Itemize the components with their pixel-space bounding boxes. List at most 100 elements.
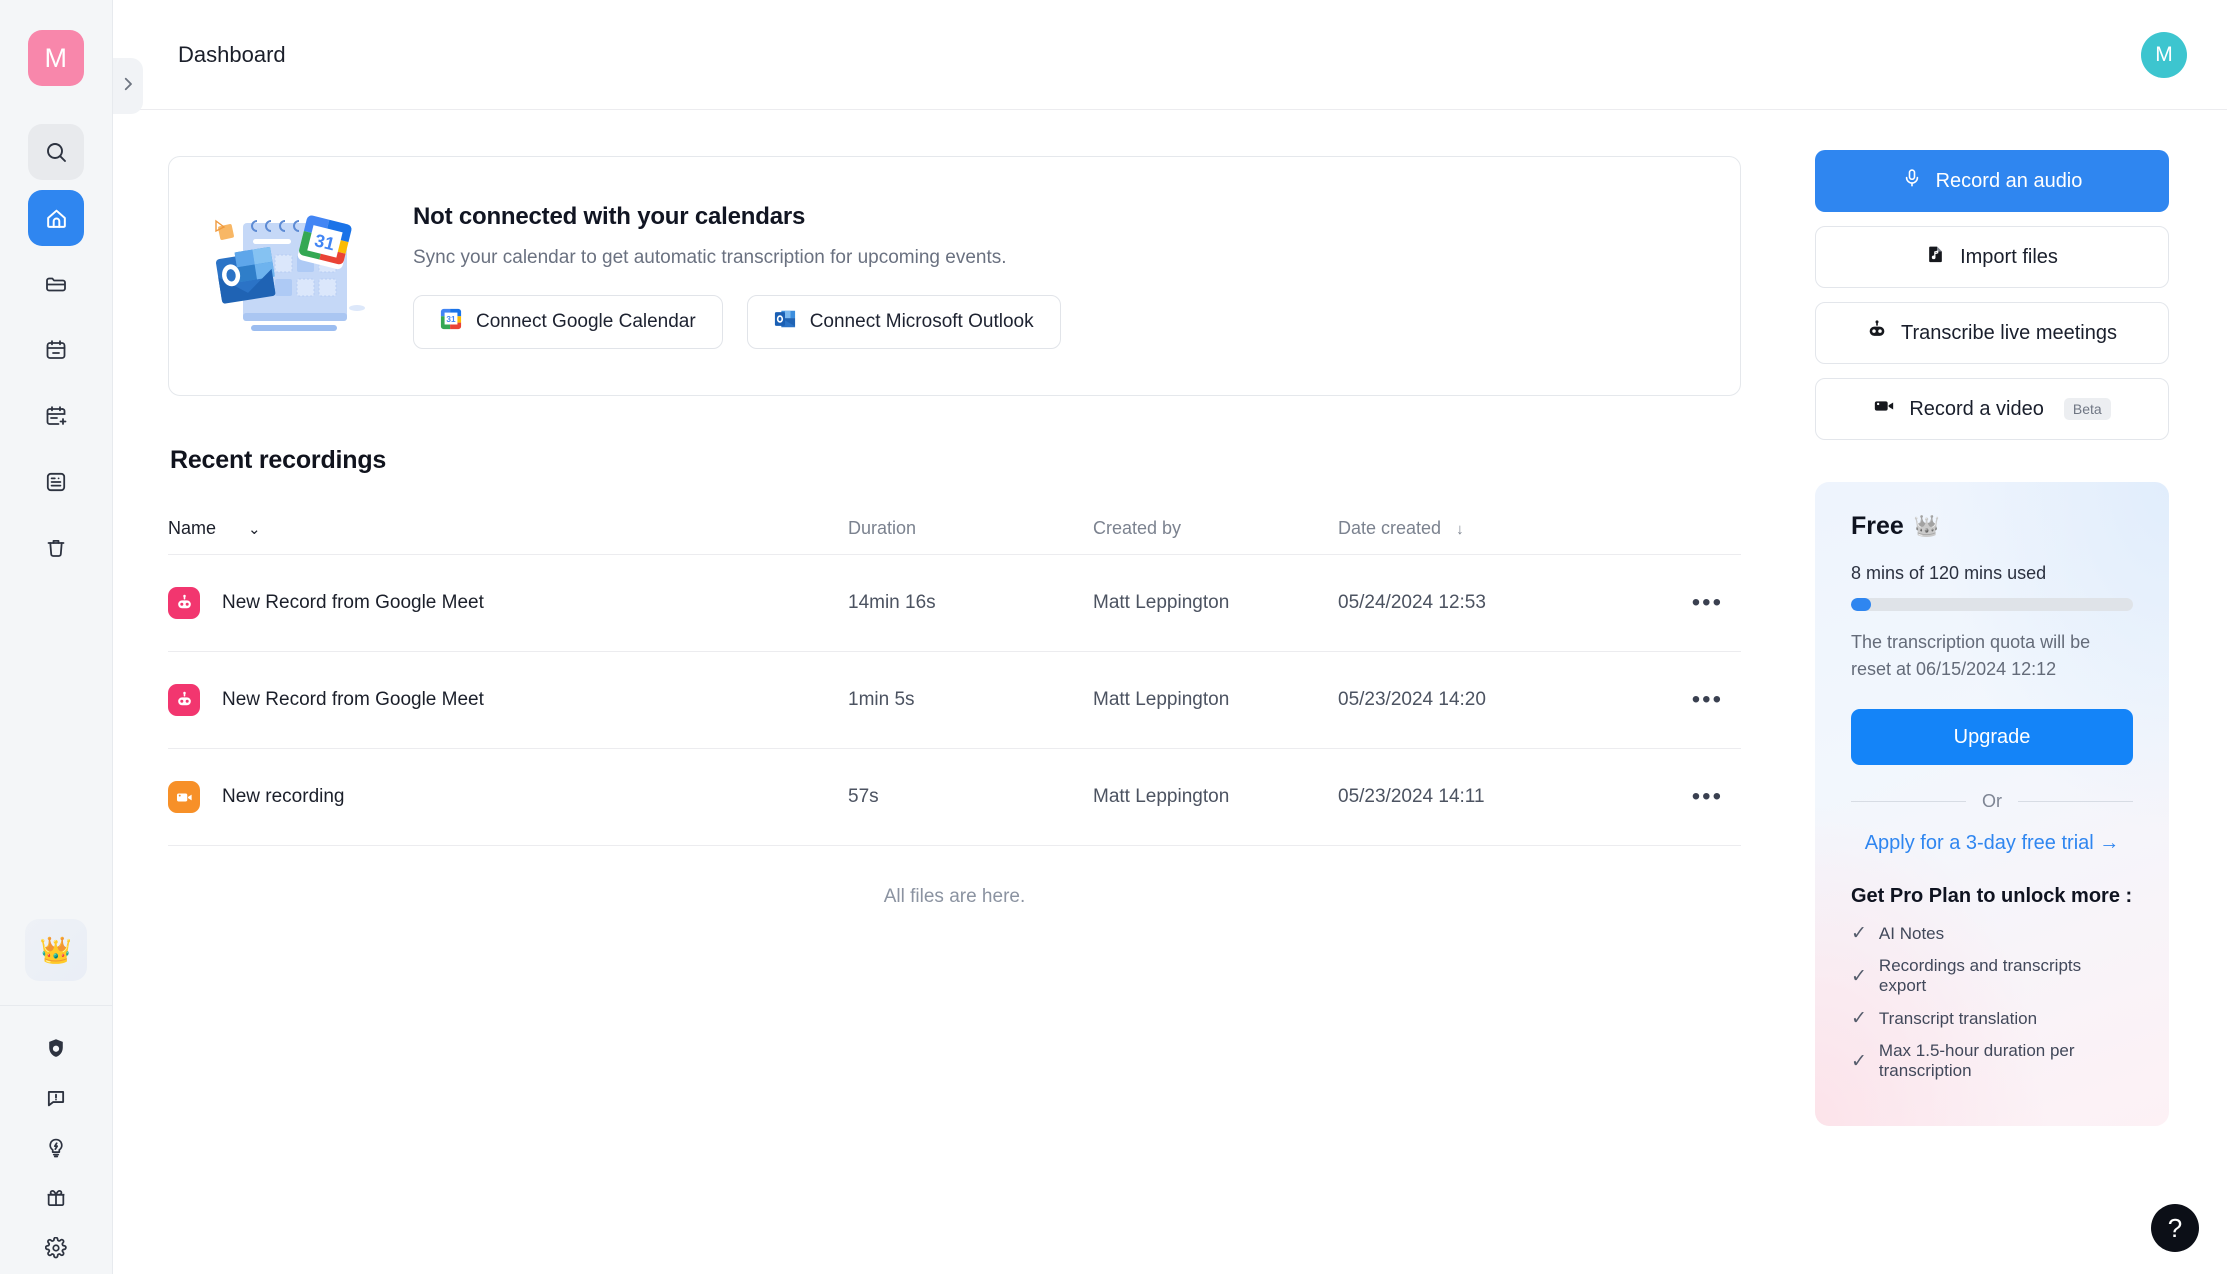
column-header-date-created[interactable]: Date created ↓ <box>1338 518 1661 539</box>
row-name-cell[interactable]: New Record from Google Meet <box>168 587 848 619</box>
table-row[interactable]: New Record from Google Meet 14min 16s Ma… <box>168 555 1741 652</box>
plan-title: Free 👑 <box>1851 512 2133 541</box>
table-row[interactable]: New Record from Google Meet 1min 5s Matt… <box>168 652 1741 749</box>
usage-progress-bar <box>1851 598 2133 611</box>
pro-feature-label: Recordings and transcripts export <box>1878 956 2082 995</box>
free-trial-link[interactable]: Apply for a 3-day free trial → <box>1851 832 2133 855</box>
pro-feature-item: ✓ Transcript translation <box>1851 1007 2133 1030</box>
notes-icon <box>44 470 68 494</box>
column-header-duration[interactable]: Duration <box>848 518 1093 539</box>
table-header-row: Name ⌄ Duration Created by Date created … <box>168 503 1741 555</box>
usage-progress-fill <box>1851 598 1871 611</box>
check-icon: ✓ <box>1851 965 1867 987</box>
row-name-cell[interactable]: New recording <box>168 781 848 813</box>
row-name-label: New Record from Google Meet <box>222 689 484 710</box>
sidebar-item-feedback[interactable] <box>32 1074 80 1122</box>
row-date-created: 05/23/2024 14:11 <box>1338 786 1485 807</box>
sidebar-item-settings[interactable] <box>32 1224 80 1272</box>
row-created-by: Matt Leppington <box>1093 689 1230 710</box>
search-icon <box>44 140 68 164</box>
connect-google-calendar-label: Connect Google Calendar <box>476 311 696 332</box>
row-duration: 1min 5s <box>848 689 915 710</box>
record-video-label: Record a video <box>1909 397 2044 420</box>
record-audio-button[interactable]: Record an audio <box>1815 150 2169 212</box>
column-header-name-label: Name <box>168 518 217 538</box>
calendar-add-icon <box>44 404 68 428</box>
avatar[interactable]: M <box>2141 31 2187 78</box>
check-icon: ✓ <box>1851 923 1867 944</box>
or-label: Or <box>1982 791 2002 811</box>
column-header-name[interactable]: Name ⌄ <box>168 518 848 539</box>
sidebar-item-notes[interactable] <box>28 454 84 510</box>
transcribe-live-meetings-button[interactable]: Transcribe live meetings <box>1815 302 2169 364</box>
sidebar-item-gift[interactable] <box>32 1174 80 1222</box>
row-name-label: New Record from Google Meet <box>222 592 484 613</box>
plan-card: Free 👑 8 mins of 120 mins used The trans… <box>1815 482 2169 1126</box>
recordings-table: Name ⌄ Duration Created by Date created … <box>168 503 1741 846</box>
plan-name: Free <box>1851 512 1904 540</box>
plan-reset-text: The transcription quota will be reset at… <box>1851 632 2091 679</box>
sidebar-item-search[interactable] <box>28 124 84 180</box>
sidebar-item-folders[interactable] <box>28 256 84 312</box>
row-actions-cell[interactable]: ••• <box>1661 783 1741 810</box>
sidebar-item-schedule[interactable] <box>28 388 84 444</box>
banner-subtitle: Sync your calendar to get automatic tran… <box>413 247 1007 268</box>
pro-plan-heading: Get Pro Plan to unlock more : <box>1851 885 2133 907</box>
video-camera-icon <box>1873 395 1895 423</box>
center-column: 31 Not connected with your calendars Syn… <box>113 110 1787 1274</box>
svg-text:31: 31 <box>446 315 456 324</box>
divider-line-left <box>1851 801 1966 802</box>
pro-feature-label: AI Notes <box>1878 923 1945 943</box>
sidebar-divider <box>0 1005 113 1006</box>
gift-icon <box>45 1187 67 1209</box>
sidebar-item-calendar[interactable] <box>28 322 84 378</box>
sidebar-item-privacy[interactable] <box>32 1024 80 1072</box>
row-date-created: 05/24/2024 12:53 <box>1338 592 1486 613</box>
sidebar-item-home[interactable] <box>28 190 84 246</box>
help-button[interactable]: ? <box>2151 1204 2199 1252</box>
pro-feature-label: Transcript translation <box>1878 1008 2038 1028</box>
row-actions-cell[interactable]: ••• <box>1661 589 1741 616</box>
more-options-icon[interactable]: ••• <box>1692 783 1723 810</box>
record-audio-label: Record an audio <box>1935 169 2083 192</box>
check-icon: ✓ <box>1851 1050 1867 1072</box>
column-header-created-by[interactable]: Created by <box>1093 518 1338 539</box>
upgrade-crown-button[interactable]: 👑 <box>25 919 87 981</box>
more-options-icon[interactable]: ••• <box>1692 589 1723 616</box>
sidebar-collapse-toggle[interactable] <box>113 58 143 114</box>
sidebar-item-tips[interactable] <box>32 1124 80 1172</box>
table-row[interactable]: New recording 57s Matt Leppington 05/23/… <box>168 749 1741 846</box>
calendar-connect-banner: 31 Not connected with your calendars Syn… <box>168 156 1741 396</box>
transcribe-live-meetings-label: Transcribe live meetings <box>1900 321 2117 344</box>
trash-icon <box>44 536 68 560</box>
import-files-button[interactable]: Import files <box>1815 226 2169 288</box>
row-name-cell[interactable]: New Record from Google Meet <box>168 684 848 716</box>
row-name-label: New recording <box>222 786 345 807</box>
calendar-illustration: 31 <box>205 201 383 351</box>
banner-buttons: 31 Connect Google Calendar Connect Micro… <box>413 295 1704 349</box>
check-icon: ✓ <box>1851 1008 1867 1029</box>
chevron-right-icon <box>119 75 137 98</box>
home-icon <box>44 206 69 231</box>
workspace-logo[interactable]: M <box>28 30 84 86</box>
folder-icon <box>44 272 68 296</box>
bot-icon <box>1867 320 1887 346</box>
microphone-icon <box>1902 168 1922 194</box>
record-video-button[interactable]: Record a video Beta <box>1815 378 2169 440</box>
row-duration: 57s <box>848 786 879 807</box>
row-date-created: 05/23/2024 14:20 <box>1338 689 1486 710</box>
workspace-logo-label: M <box>44 42 68 73</box>
pro-feature-item: ✓ Max 1.5-hour duration per transcriptio… <box>1851 1041 2133 1081</box>
banner-title: Not connected with your calendars <box>413 203 806 230</box>
beta-badge: Beta <box>2063 398 2111 420</box>
recent-recordings-title: Recent recordings <box>170 446 387 474</box>
row-actions-cell[interactable]: ••• <box>1661 686 1741 713</box>
bot-icon <box>168 684 200 716</box>
more-options-icon[interactable]: ••• <box>1692 686 1723 713</box>
upgrade-button[interactable]: Upgrade <box>1851 709 2133 765</box>
sidebar-item-trash[interactable] <box>28 520 84 576</box>
chevron-down-icon: ⌄ <box>248 520 261 538</box>
crown-icon: 👑 <box>39 934 73 965</box>
connect-microsoft-outlook-button[interactable]: Connect Microsoft Outlook <box>746 295 1061 349</box>
connect-google-calendar-button[interactable]: 31 Connect Google Calendar <box>413 295 723 349</box>
